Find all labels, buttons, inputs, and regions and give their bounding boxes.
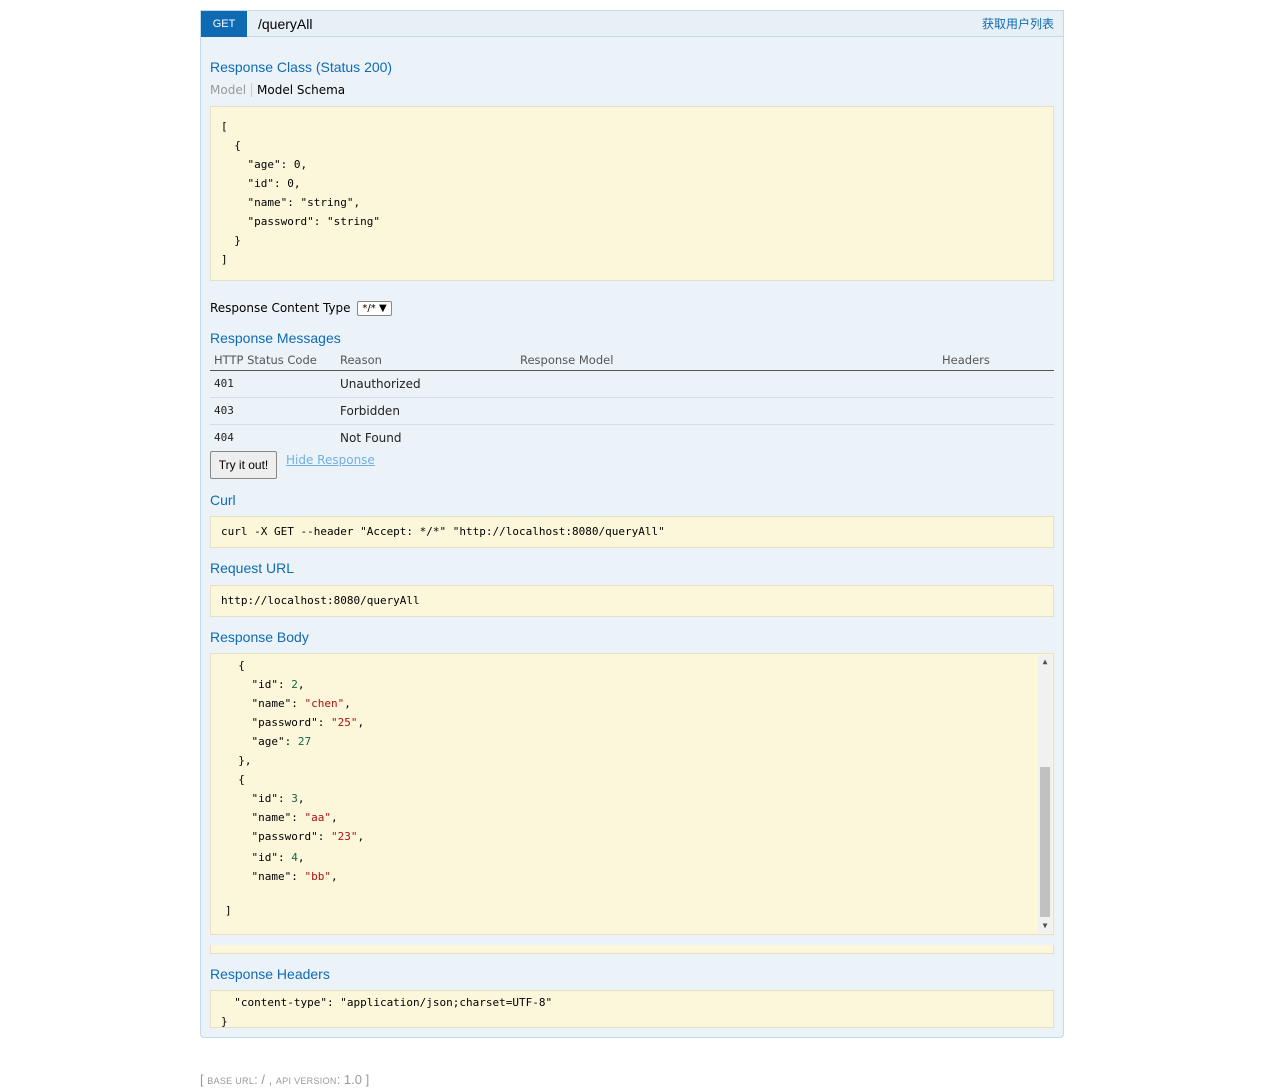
table-row: 404 Not Found bbox=[214, 430, 402, 445]
model-tabs: Model Model Schema bbox=[210, 83, 345, 97]
model-schema-text: [ { "age": 0, "id": 0, "name": "string",… bbox=[221, 120, 380, 266]
operation-summary[interactable]: 获取用户列表 bbox=[982, 11, 1054, 37]
scrollbar-thumb[interactable] bbox=[1040, 767, 1050, 917]
scroll-down-icon[interactable]: ▼ bbox=[1038, 919, 1052, 933]
request-url-code[interactable]: http://localhost:8080/queryAll bbox=[210, 585, 1054, 617]
curl-command: curl -X GET --header "Accept: */*" "http… bbox=[221, 525, 665, 538]
base-url-label: BASE URL bbox=[207, 1076, 255, 1086]
tab-model[interactable]: Model bbox=[210, 83, 253, 97]
http-method-badge[interactable]: GET bbox=[201, 11, 247, 37]
table-row: 403 Forbidden bbox=[210, 397, 1054, 425]
response-headers-title: Response Headers bbox=[210, 966, 330, 982]
response-content-type: Response Content Type */* ▼ bbox=[210, 301, 392, 316]
operation-header[interactable]: GET /queryAll 获取用户列表 bbox=[201, 11, 1063, 37]
response-body-text-lower: "id": 4, "name": "bb", bbox=[225, 851, 338, 883]
response-body-code[interactable]: { "id": 2, "name": "chen", "password": "… bbox=[210, 653, 1054, 935]
operation-panel: GET /queryAll 获取用户列表 Response Class (Sta… bbox=[200, 10, 1064, 1038]
response-messages-table: HTTP Status Code Reason Response Model H… bbox=[210, 351, 1054, 451]
api-version-label: API VERSION bbox=[275, 1076, 337, 1086]
response-body-scrollbar[interactable]: ▲ ▼ bbox=[1038, 655, 1052, 933]
api-info-footer: [ BASE URL: / , API VERSION: 1.0 ] bbox=[200, 1072, 370, 1087]
try-it-out-button[interactable]: Try it out! bbox=[210, 451, 277, 479]
response-headers-code[interactable]: "content-type": "application/json;charse… bbox=[210, 990, 1054, 1028]
hide-response-link[interactable]: Hide Response bbox=[286, 453, 375, 467]
response-content-type-label: Response Content Type bbox=[210, 301, 351, 315]
col-reason: Reason bbox=[336, 351, 516, 371]
operation-path[interactable]: /queryAll bbox=[258, 11, 312, 37]
col-headers: Headers bbox=[938, 351, 1054, 371]
response-body-text: { "id": 2, "name": "chen", "password": "… bbox=[225, 659, 365, 843]
dropdown-arrow-icon: ▼ bbox=[378, 303, 387, 314]
response-messages-title: Response Messages bbox=[210, 330, 341, 346]
request-url-title: Request URL bbox=[210, 560, 295, 576]
response-body-footer-strip bbox=[210, 945, 1054, 954]
tab-model-schema[interactable]: Model Schema bbox=[252, 83, 345, 97]
table-row: 401 Unauthorized bbox=[210, 370, 1054, 398]
request-url-value: http://localhost:8080/queryAll bbox=[221, 594, 420, 607]
api-version-value: 1.0 bbox=[343, 1072, 362, 1087]
model-schema-code[interactable]: [ { "age": 0, "id": 0, "name": "string",… bbox=[210, 106, 1054, 281]
curl-code[interactable]: curl -X GET --header "Accept: */*" "http… bbox=[210, 516, 1054, 548]
content-type-select[interactable]: */* ▼ bbox=[357, 301, 392, 316]
scroll-up-icon[interactable]: ▲ bbox=[1038, 655, 1052, 669]
base-url-value: / bbox=[261, 1072, 266, 1087]
curl-title: Curl bbox=[210, 492, 236, 508]
col-status-code: HTTP Status Code bbox=[210, 351, 336, 371]
response-headers-text: "content-type": "application/json;charse… bbox=[221, 996, 553, 1028]
col-response-model: Response Model bbox=[516, 351, 938, 371]
response-body-title: Response Body bbox=[210, 629, 309, 645]
response-class-title: Response Class (Status 200) bbox=[210, 59, 393, 75]
